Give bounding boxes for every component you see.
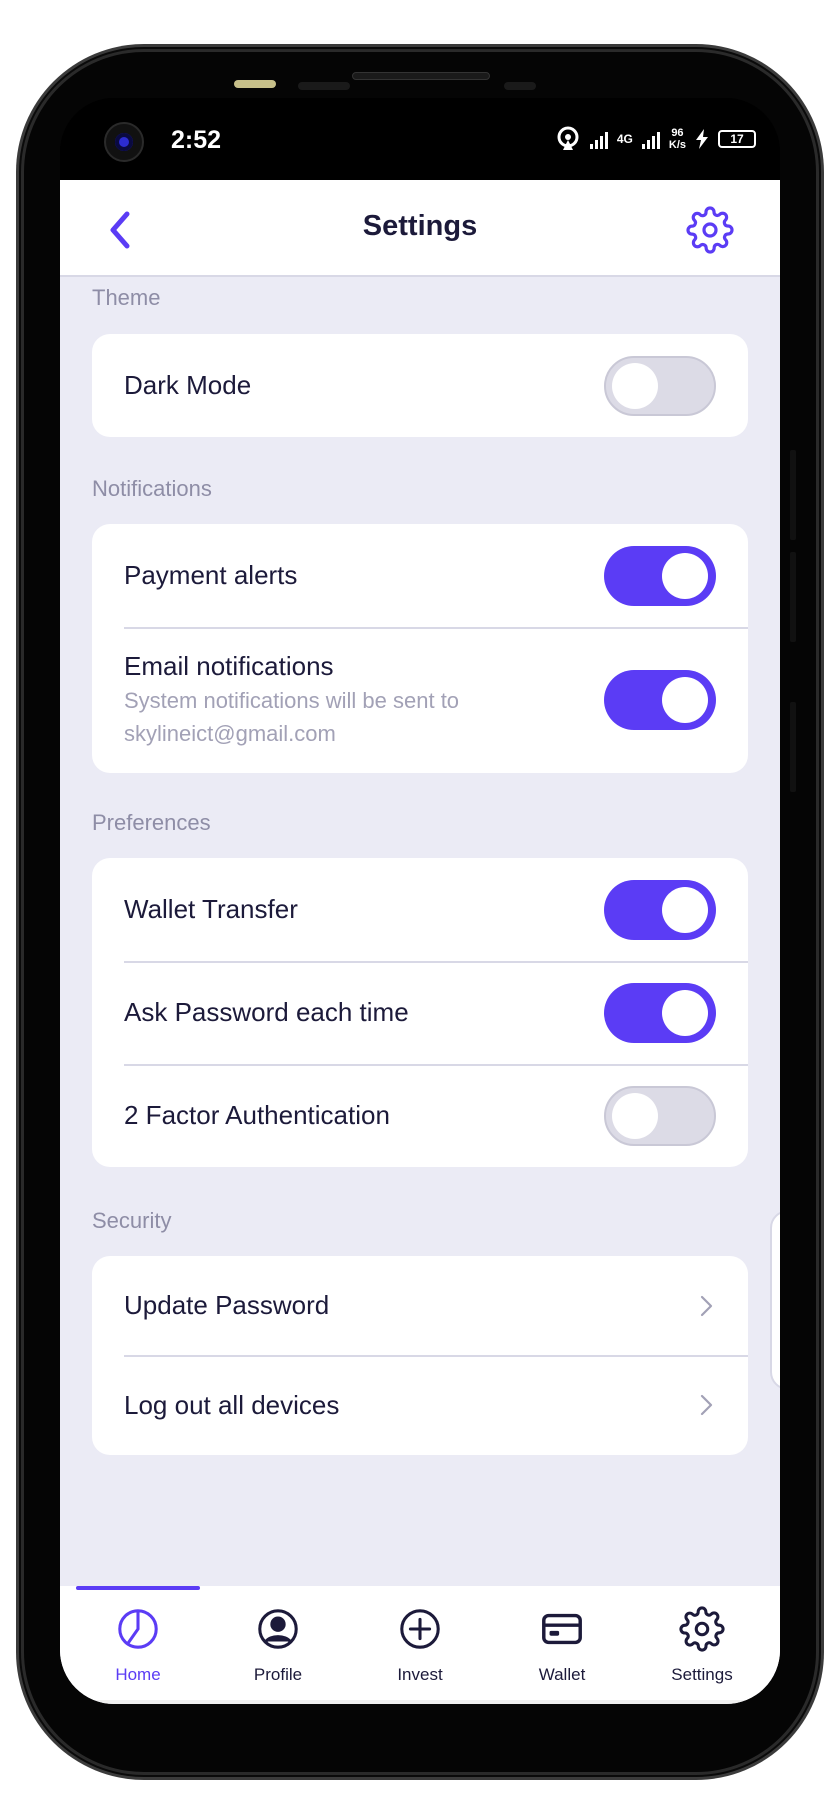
setting-row-ask-password: Ask Password each time: [92, 961, 748, 1064]
setting-label: Payment alerts: [124, 560, 298, 590]
side-edge-handle[interactable]: [770, 1210, 780, 1390]
two-factor-toggle[interactable]: [604, 1085, 716, 1146]
status-icons: 4G 96 K/s 17: [555, 126, 756, 152]
tab-label: Profile: [253, 1665, 303, 1684]
signal-icon: [641, 129, 660, 149]
tab-label: Invest: [397, 1665, 443, 1684]
bottom-tab-bar: Home Profile Invest Wallet Settings: [60, 1586, 780, 1700]
setting-row-email-notifications: Email notifications System notifications…: [92, 627, 748, 773]
user-circle-icon: [258, 1609, 298, 1649]
gear-icon: [686, 206, 734, 254]
setting-description: System notifications will be sent to: [124, 687, 460, 713]
active-tab-indicator: [76, 1586, 200, 1590]
email-notifications-toggle[interactable]: [604, 670, 716, 730]
setting-row-2fa: 2 Factor Authentication: [92, 1064, 748, 1167]
screen: 2:52 4G 96 K/s 17 Settings Theme Dark Mo…: [60, 98, 780, 1704]
log-out-all-devices-row[interactable]: Log out all devices: [92, 1355, 748, 1455]
sensor: [234, 80, 276, 88]
setting-label: Log out all devices: [124, 1389, 340, 1420]
sensor: [298, 82, 350, 90]
plus-circle-icon: [400, 1609, 440, 1649]
signal-icon: [589, 129, 608, 149]
earpiece-speaker: [352, 72, 490, 80]
gear-icon: [679, 1606, 725, 1652]
toggle-knob: [662, 989, 708, 1036]
tab-label: Home: [115, 1665, 161, 1684]
tab-wallet[interactable]: Wallet: [492, 1606, 632, 1685]
front-camera: [104, 122, 144, 162]
network-speed: 96 K/s: [669, 127, 686, 151]
side-button: [790, 552, 796, 642]
dark-mode-toggle[interactable]: [604, 355, 716, 416]
page-title: Settings: [362, 210, 478, 242]
setting-label: Dark Mode: [124, 370, 252, 400]
network-speed-value: 96: [671, 127, 684, 139]
chevron-right-icon: [700, 1295, 713, 1316]
pie-chart-icon: [118, 1609, 158, 1649]
setting-label: Ask Password each time: [124, 997, 409, 1027]
tab-profile[interactable]: Profile: [208, 1606, 348, 1685]
section-title-theme: Theme: [92, 285, 161, 310]
toggle-knob: [612, 1092, 658, 1139]
toggle-knob: [662, 552, 708, 599]
section-title-security: Security: [92, 1208, 172, 1233]
hotspot-icon: [557, 126, 579, 150]
update-password-row[interactable]: Update Password: [92, 1256, 748, 1355]
setting-row-wallet-transfer: Wallet Transfer: [92, 858, 748, 961]
setting-email: skylineict@gmail.com: [124, 720, 336, 746]
settings-screen: Settings Theme Dark Mode Notifications P…: [60, 180, 780, 1704]
setting-row-dark-mode: Dark Mode: [92, 334, 748, 437]
tab-home[interactable]: Home: [68, 1606, 208, 1685]
setting-label: Email notifications: [124, 650, 334, 681]
battery-indicator: 17: [718, 130, 756, 148]
app-header: Settings: [60, 180, 780, 277]
side-button: [790, 450, 796, 540]
toggle-knob: [662, 886, 708, 933]
setting-text: Email notifications System notifications…: [124, 651, 459, 750]
wallet-transfer-toggle[interactable]: [604, 879, 716, 940]
security-card: Update Password Log out all devices: [92, 1256, 748, 1455]
chevron-right-icon: [700, 1394, 713, 1416]
ask-password-toggle[interactable]: [604, 982, 716, 1043]
card-icon: [542, 1613, 582, 1645]
status-time: 2:52: [171, 126, 222, 154]
section-title-notifications: Notifications: [92, 476, 212, 501]
sensor: [504, 82, 536, 90]
settings-button[interactable]: [686, 206, 734, 254]
system-nav-bar: [60, 1700, 780, 1704]
status-bar: 2:52 4G 96 K/s 17: [60, 98, 780, 180]
setting-label: Update Password: [124, 1290, 330, 1320]
charging-icon: [696, 129, 708, 149]
network-type: 4G: [616, 132, 633, 146]
side-button: [790, 702, 796, 792]
tab-invest[interactable]: Invest: [350, 1606, 490, 1685]
notifications-card: Payment alerts Email notifications Syste…: [92, 524, 748, 773]
payment-alerts-toggle[interactable]: [604, 545, 716, 606]
theme-card: Dark Mode: [92, 334, 748, 437]
setting-row-payment-alerts: Payment alerts: [92, 524, 748, 627]
preferences-card: Wallet Transfer Ask Password each time 2…: [92, 858, 748, 1167]
tab-settings[interactable]: Settings: [632, 1606, 772, 1685]
tab-label: Settings: [671, 1665, 733, 1684]
setting-label: Wallet Transfer: [124, 894, 298, 924]
network-speed-unit: K/s: [668, 139, 686, 151]
setting-label: 2 Factor Authentication: [124, 1100, 390, 1130]
tab-label: Wallet: [538, 1665, 586, 1684]
toggle-knob: [662, 677, 708, 723]
toggle-knob: [612, 362, 658, 409]
section-title-preferences: Preferences: [92, 810, 211, 835]
